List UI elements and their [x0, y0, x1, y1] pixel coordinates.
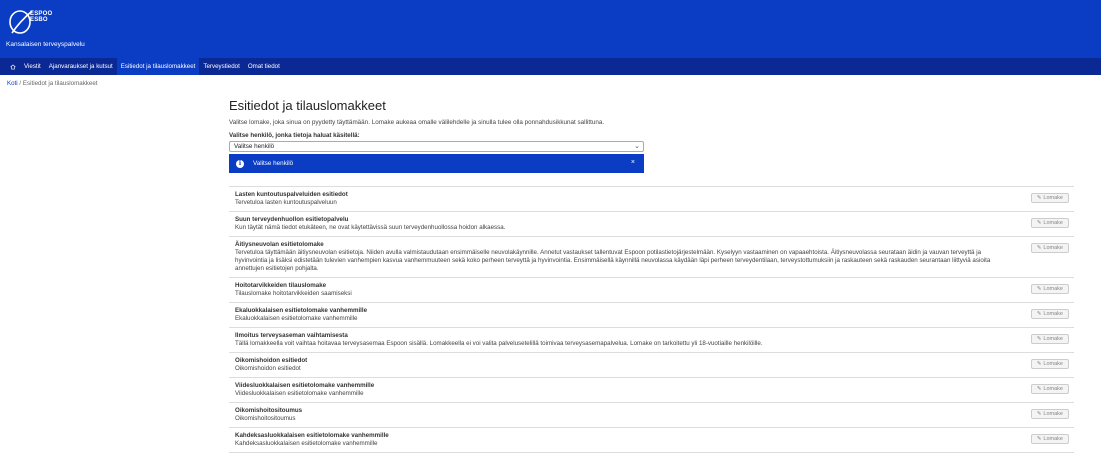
open-form-button[interactable]: ✎ Lomake — [1030, 409, 1069, 419]
form-title: Ekaluokkalaisen esitietolomake vanhemmil… — [235, 307, 368, 314]
open-form-button[interactable]: ✎ Lomake — [1030, 334, 1069, 344]
intro-text: Valitse lomake, joka sinua on pyydetty t… — [229, 119, 605, 126]
nav-item-ajanvaraukset[interactable]: Ajanvaraukset ja kutsut — [45, 58, 117, 75]
open-form-label: Lomake — [1043, 386, 1063, 392]
info-alert: i Valitse henkilö × — [229, 154, 644, 173]
close-icon[interactable]: × — [631, 159, 635, 166]
site-name: Kansalaisen terveyspalvelu — [6, 41, 85, 48]
pencil-icon: ✎ — [1036, 336, 1042, 342]
pencil-icon: ✎ — [1036, 286, 1042, 292]
form-list: Lasten kuntoutuspalveluiden esitiedot Ter… — [229, 186, 1074, 453]
form-title: Suun terveydenhuollon esitietopalvelu — [235, 216, 349, 223]
person-select-value: Valitse henkilö — [234, 143, 275, 150]
pencil-icon: ✎ — [1036, 361, 1042, 367]
form-description: Viidesluokkalaisen esitietolomake vanhem… — [235, 390, 364, 397]
form-description: Tervetuloa lasten kuntoutuspalveluun — [235, 199, 337, 206]
pencil-icon: ✎ — [1036, 411, 1042, 417]
list-item: Hoitotarvikkeiden tilauslomake Tilausloma… — [229, 278, 1074, 303]
form-description: Tilauslomake hoitotarvikkeiden saamiseks… — [235, 290, 352, 297]
open-form-label: Lomake — [1043, 220, 1063, 226]
form-description: Tällä lomakkeella voit vaihtaa hoitavaa … — [235, 340, 763, 347]
open-form-label: Lomake — [1043, 361, 1063, 367]
site-header: ESPOO ESBO Kansalaisen terveyspalvelu — [0, 0, 1101, 58]
person-select[interactable]: Valitse henkilö ⌄ — [229, 141, 644, 152]
list-item: Oikomishoidon esitiedot Oikomishoidon esi… — [229, 353, 1074, 378]
form-title: Hoitotarvikkeiden tilauslomake — [235, 282, 327, 289]
nav-item-esitiedot[interactable]: Esitiedot ja tilauslomakkeet — [116, 58, 200, 75]
form-title: Ilmoitus terveysaseman vaihtamisesta — [235, 332, 348, 339]
form-description: Oikomishoidon esitiedot — [235, 365, 301, 372]
pencil-icon: ✎ — [1036, 245, 1042, 251]
breadcrumb: Koti / Esitiedot ja tilauslomakkeet — [7, 80, 98, 87]
open-form-button[interactable]: ✎ Lomake — [1030, 309, 1069, 319]
list-item: Ilmoitus terveysaseman vaihtamisesta Täll… — [229, 328, 1074, 353]
open-form-button[interactable]: ✎ Lomake — [1030, 243, 1069, 253]
pencil-icon: ✎ — [1036, 386, 1042, 392]
open-form-label: Lomake — [1043, 195, 1063, 201]
logo-line2: ESBO — [30, 17, 48, 23]
open-form-button[interactable]: ✎ Lomake — [1030, 284, 1069, 294]
form-description: Kun täytät nämä tiedot etukäteen, ne ova… — [235, 224, 506, 231]
pencil-icon: ✎ — [1036, 220, 1042, 226]
open-form-button[interactable]: ✎ Lomake — [1030, 359, 1069, 369]
logo-text: ESPOO ESBO — [30, 11, 52, 23]
open-form-label: Lomake — [1043, 286, 1063, 292]
open-form-button[interactable]: ✎ Lomake — [1030, 193, 1069, 203]
open-form-button[interactable]: ✎ Lomake — [1030, 218, 1069, 228]
open-form-label: Lomake — [1043, 436, 1063, 442]
pencil-icon: ✎ — [1036, 195, 1042, 201]
form-title: Oikomishoidon esitiedot — [235, 357, 308, 364]
open-form-label: Lomake — [1043, 411, 1063, 417]
form-title: Lasten kuntoutuspalveluiden esitiedot — [235, 191, 348, 198]
form-description: Tervetuloa täyttämään äitiysneuvolan esi… — [235, 249, 991, 272]
nav-item-viestit[interactable]: Viestit — [20, 58, 45, 75]
list-item: Kahdeksasluokkalaisen esitietolomake van… — [229, 428, 1074, 453]
form-title: Kahdeksasluokkalaisen esitietolomake van… — [235, 432, 389, 439]
nav-item-omat-tiedot[interactable]: Omat tiedot — [244, 58, 284, 75]
open-form-button[interactable]: ✎ Lomake — [1030, 384, 1069, 394]
main-content: Esitiedot ja tilauslomakkeet Valitse lom… — [229, 98, 1074, 173]
form-title: Viidesluokkalaisen esitietolomake vanhem… — [235, 382, 375, 389]
pencil-icon: ✎ — [1036, 436, 1042, 442]
breadcrumb-separator: / — [19, 80, 22, 87]
form-description: Ekaluokkalaisen esitietolomake vanhemmil… — [235, 315, 358, 322]
list-item: Suun terveydenhuollon esitietopalvelu Kun… — [229, 212, 1074, 237]
list-item: Oikomishoitositoumus Oikomishoitositoumus… — [229, 403, 1074, 428]
list-item: Viidesluokkalaisen esitietolomake vanhem… — [229, 378, 1074, 403]
form-description: Oikomishoitositoumus — [235, 415, 296, 422]
list-item: Ekaluokkalaisen esitietolomake vanhemmil… — [229, 303, 1074, 328]
home-icon[interactable] — [6, 58, 20, 75]
form-title: Oikomishoitositoumus — [235, 407, 303, 414]
nav-item-terveystiedot[interactable]: Terveystiedot — [199, 58, 243, 75]
info-icon: i — [236, 159, 244, 168]
pencil-icon: ✎ — [1036, 311, 1042, 317]
page-title: Esitiedot ja tilauslomakkeet — [229, 98, 386, 113]
open-form-label: Lomake — [1043, 245, 1063, 251]
list-item: Äitiysneuvolan esitietolomake Tervetuloa … — [229, 237, 1074, 278]
list-item: Lasten kuntoutuspalveluiden esitiedot Ter… — [229, 187, 1074, 212]
person-select-label: Valitse henkilö, jonka tietoja haluat kä… — [229, 132, 360, 139]
chevron-down-icon: ⌄ — [634, 143, 640, 150]
alert-text: Valitse henkilö — [253, 160, 294, 167]
open-form-button[interactable]: ✎ Lomake — [1030, 434, 1069, 444]
main-navigation: Viestit Ajanvaraukset ja kutsut Esitiedo… — [0, 58, 1101, 75]
open-form-label: Lomake — [1043, 336, 1063, 342]
breadcrumb-home-link[interactable]: Koti — [7, 80, 18, 87]
form-title: Äitiysneuvolan esitietolomake — [235, 241, 324, 248]
open-form-label: Lomake — [1043, 311, 1063, 317]
breadcrumb-current: Esitiedot ja tilauslomakkeet — [22, 80, 98, 87]
form-description: Kahdeksasluokkalaisen esitietolomake van… — [235, 440, 378, 447]
